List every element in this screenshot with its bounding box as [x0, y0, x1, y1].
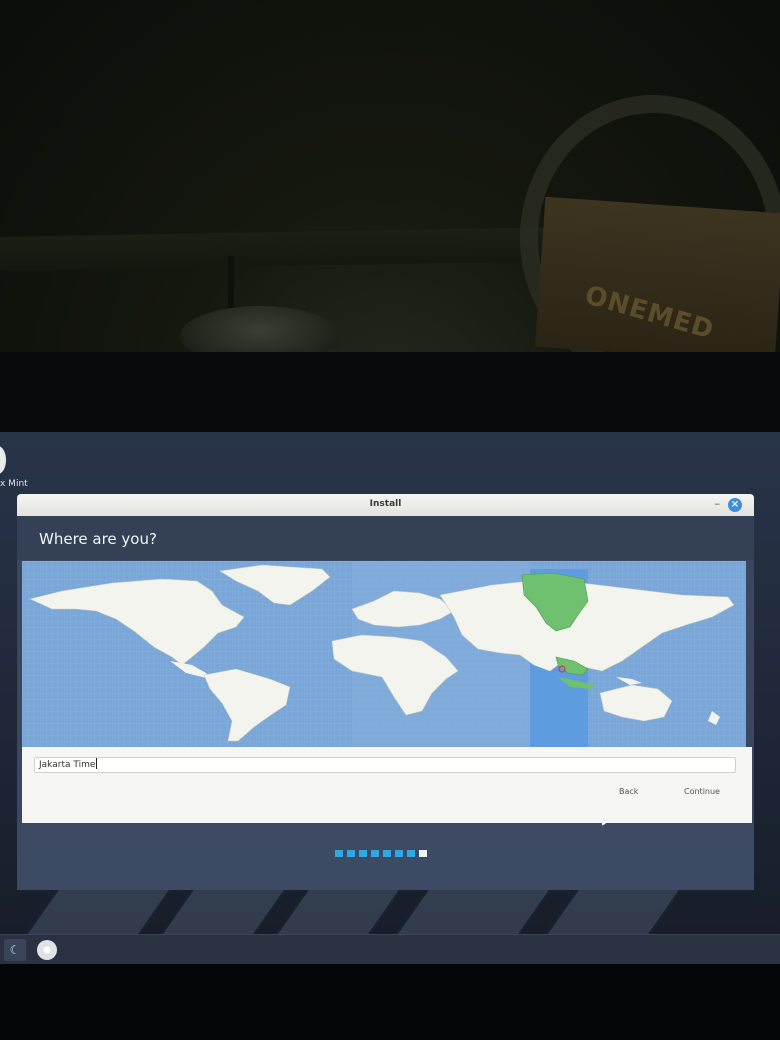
- timezone-input[interactable]: Jakarta Time: [34, 757, 736, 773]
- monitor-bottom: [0, 964, 780, 1040]
- progress-step: [371, 850, 379, 857]
- close-button[interactable]: ×: [728, 498, 742, 512]
- mint-menu-icon[interactable]: ☾: [4, 939, 26, 961]
- progress-step: [335, 850, 343, 857]
- wallpaper-tile: [271, 888, 403, 936]
- background-box: [535, 196, 780, 364]
- progress-step: [383, 850, 391, 857]
- wallpaper-tile: [21, 888, 173, 936]
- room-background: ONEMED: [0, 0, 780, 381]
- progress-step: [359, 850, 367, 857]
- taskbar-panel: ☾: [0, 934, 780, 965]
- progress-step: [395, 850, 403, 857]
- timezone-map[interactable]: [22, 561, 746, 747]
- form-area: Jakarta Time Back Continue: [22, 747, 752, 823]
- text-caret: [96, 758, 98, 769]
- installer-window: Install – × Where are you? Jakarta Time …: [17, 494, 754, 890]
- desktop-wallpaper-tiles: [0, 888, 780, 936]
- desktop-icon-label: x Mint: [0, 479, 28, 489]
- wall-shelf: [0, 227, 560, 271]
- wallpaper-tile: [541, 888, 683, 936]
- window-titlebar[interactable]: Install – ×: [17, 494, 754, 517]
- progress-step: [347, 850, 355, 857]
- progress-step: [407, 850, 415, 857]
- wallpaper-tile: [156, 888, 288, 936]
- window-title: Install: [369, 499, 402, 509]
- minimize-button[interactable]: –: [715, 497, 721, 511]
- timezone-input-value: Jakarta Time: [39, 760, 96, 770]
- cd-icon[interactable]: [37, 940, 57, 960]
- progress-area: [17, 824, 754, 890]
- world-map[interactable]: [22, 561, 746, 747]
- back-button[interactable]: Back: [619, 787, 638, 796]
- progress-indicator: [335, 850, 427, 857]
- page-title: Where are you?: [39, 530, 157, 548]
- progress-step-current: [419, 850, 427, 857]
- monitor-bezel: [0, 352, 780, 442]
- wallpaper-tile: [391, 888, 553, 936]
- continue-button[interactable]: Continue: [684, 787, 720, 796]
